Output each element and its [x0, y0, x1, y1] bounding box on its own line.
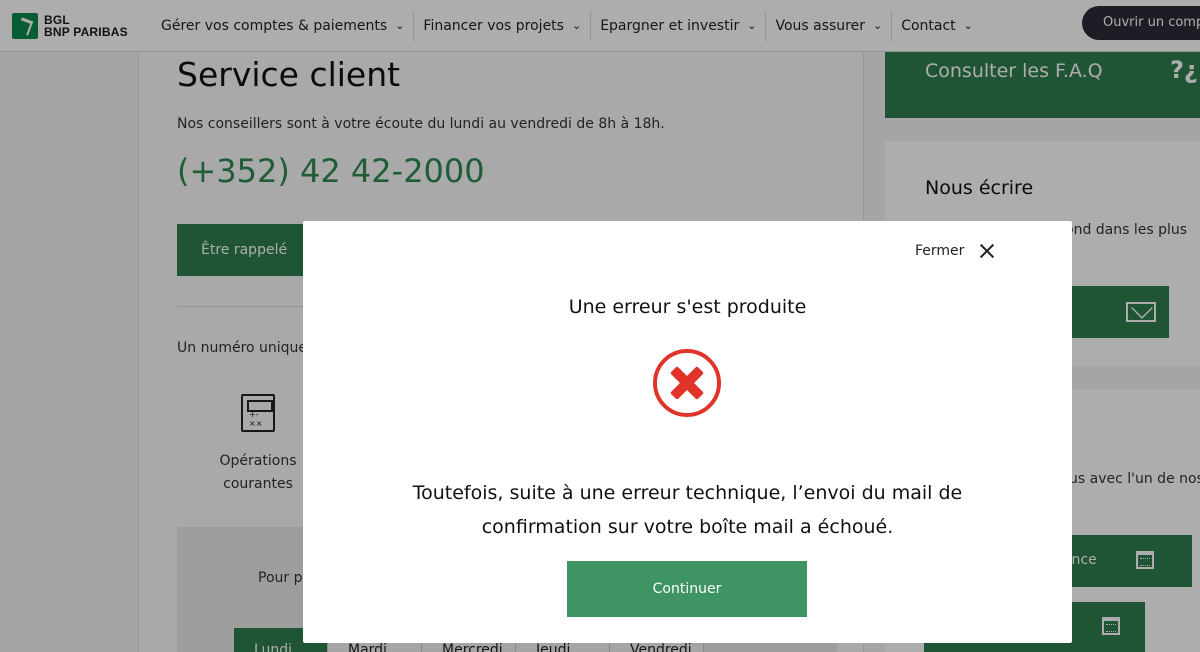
dialog-message-line2: confirmation sur votre boîte mail a écho… — [481, 516, 894, 538]
error-dialog: Fermer Une erreur s'est produite Toutefo… — [303, 221, 1072, 643]
error-x-icon — [653, 349, 721, 417]
dialog-message: Toutefois, suite à une erreur technique,… — [403, 476, 972, 544]
close-button[interactable]: Fermer — [915, 243, 995, 259]
dialog-title: Une erreur s'est produite — [568, 296, 807, 318]
continue-button[interactable]: Continuer — [567, 561, 807, 617]
dialog-message-line1: Toutefois, suite à une erreur technique,… — [412, 482, 963, 504]
close-icon — [979, 243, 995, 259]
close-label: Fermer — [915, 243, 965, 259]
